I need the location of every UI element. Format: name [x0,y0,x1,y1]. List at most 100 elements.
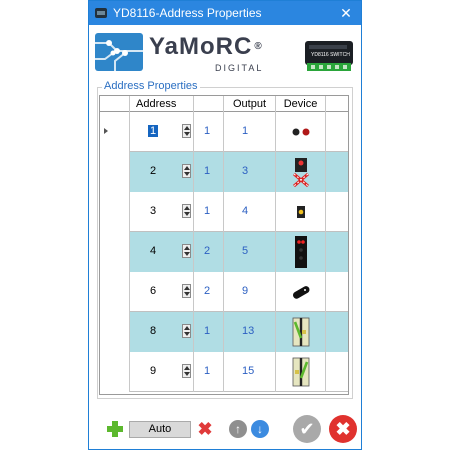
header-output: Output [224,96,276,112]
move-down-icon[interactable]: ↓ [251,420,269,438]
output-cell[interactable]: 15 [224,352,276,392]
table-row[interactable]: 6 2 9 [100,272,348,312]
table-row[interactable]: 2 1 3 [100,152,348,192]
address-cell[interactable]: 4 [130,232,194,272]
address-cell[interactable]: 8 [130,312,194,352]
output-value: 15 [242,365,255,377]
count-cell[interactable]: 2 [194,272,224,312]
turnout-left-icon [276,312,326,352]
address-value[interactable]: 2 [150,165,156,177]
device-cell[interactable] [276,272,326,312]
count-cell[interactable]: 2 [194,232,224,272]
device-cell[interactable] [276,312,326,352]
table-row[interactable]: 9 1 15 [100,352,348,392]
count-cell[interactable]: 1 [194,112,224,152]
header-filler [326,96,348,112]
count-cell[interactable]: 1 [194,152,224,192]
filler-cell [326,152,348,192]
address-spinner[interactable] [182,324,191,338]
device-cell[interactable] [276,192,326,232]
cancel-icon[interactable]: ✖ [329,415,357,443]
row-selector[interactable] [100,112,130,152]
address-grid[interactable]: Address Output Device 111213314425629811… [99,95,349,395]
address-properties-window: YD8116-Address Properties ✕ YaMoRC ® DIGI… [88,0,362,450]
address-value[interactable]: 4 [150,245,156,257]
address-value[interactable]: 8 [150,325,156,337]
device-cell[interactable] [276,112,326,152]
row-selector[interactable] [100,312,130,352]
header-device: Device [276,96,326,112]
row-selector[interactable] [100,152,130,192]
count-value: 2 [204,285,211,297]
address-spinner[interactable] [182,164,191,178]
uncoupler-icon [276,272,326,312]
brand-subtitle: DIGITAL [215,63,264,73]
address-cell[interactable]: 9 [130,352,194,392]
output-value: 1 [242,125,249,137]
output-cell[interactable]: 3 [224,152,276,192]
count-cell[interactable]: 1 [194,312,224,352]
table-row[interactable]: 8 1 13 [100,312,348,352]
count-value: 1 [204,125,211,137]
move-up-icon[interactable]: ↑ [229,420,247,438]
red-signal-icon [276,232,326,272]
brand-logo: YaMoRC ® [149,33,263,60]
address-cell[interactable]: 1 [130,112,194,152]
address-cell[interactable]: 3 [130,192,194,232]
row-selector[interactable] [100,232,130,272]
device-image: YD8116 SWITCH [303,35,355,73]
output-cell[interactable]: 4 [224,192,276,232]
filler-cell [326,272,348,312]
add-icon[interactable] [107,421,123,437]
address-value[interactable]: 3 [150,205,156,217]
device-label: YD8116 SWITCH [311,52,350,58]
app-icon [95,8,107,18]
row-selector[interactable] [100,192,130,232]
count-value: 1 [204,325,211,337]
output-value: 13 [242,325,255,337]
device-cell[interactable] [276,352,326,392]
address-value[interactable]: 1 [148,125,159,137]
output-cell[interactable]: 13 [224,312,276,352]
device-cell[interactable] [276,232,326,272]
table-row[interactable]: 3 1 4 [100,192,348,232]
address-value[interactable]: 9 [150,365,156,377]
filler-cell [326,312,348,352]
table-row[interactable]: 4 2 5 [100,232,348,272]
address-cell[interactable]: 2 [130,152,194,192]
auto-button[interactable]: Auto [129,421,191,438]
delete-icon[interactable]: ✖ [196,420,214,438]
group-label: Address Properties [102,80,200,92]
device-cell[interactable] [276,152,326,192]
output-value: 9 [242,285,249,297]
grid-header: Address Output Device [100,96,348,112]
close-button[interactable]: ✕ [333,2,359,24]
turnout-right-icon [276,352,326,392]
output-cell[interactable]: 9 [224,272,276,312]
address-spinner[interactable] [182,204,191,218]
filler-cell [326,352,348,392]
address-spinner[interactable] [182,364,191,378]
output-value: 4 [242,205,249,217]
window-title: YD8116-Address Properties [113,6,262,20]
output-cell[interactable]: 5 [224,232,276,272]
current-row-pointer-icon [104,128,108,134]
count-value: 1 [204,165,211,177]
count-value: 1 [204,365,211,377]
address-value[interactable]: 6 [150,285,156,297]
count-cell[interactable]: 1 [194,192,224,232]
count-value: 1 [204,205,211,217]
count-cell[interactable]: 1 [194,352,224,392]
row-selector[interactable] [100,272,130,312]
address-spinner[interactable] [182,124,191,138]
title-bar[interactable]: YD8116-Address Properties ✕ [89,1,361,25]
address-spinner[interactable] [182,284,191,298]
output-cell[interactable]: 1 [224,112,276,152]
ok-check-icon[interactable]: ✔ [293,415,321,443]
filler-cell [326,192,348,232]
address-cell[interactable]: 6 [130,272,194,312]
table-row[interactable]: 1 1 1 [100,112,348,152]
filler-cell [326,112,348,152]
row-selector[interactable] [100,352,130,392]
address-spinner[interactable] [182,244,191,258]
